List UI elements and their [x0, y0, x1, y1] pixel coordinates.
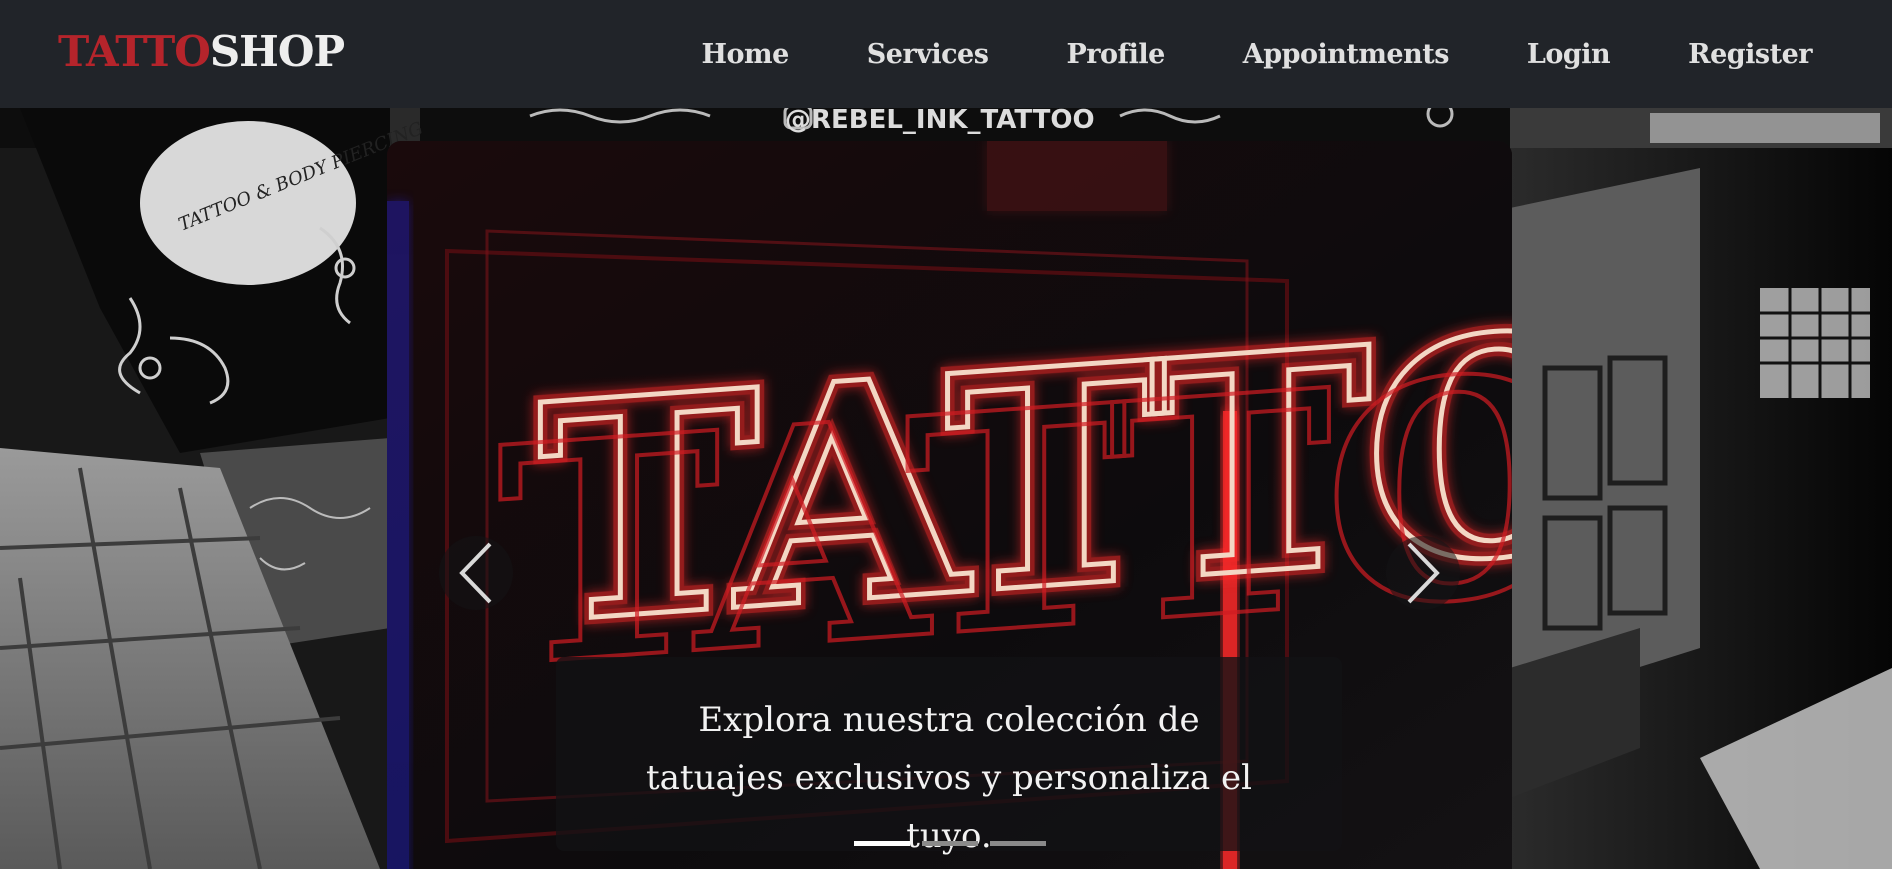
hero-section: @REBEL_INK_TATTOO TATTOO & BODY PIERCING [0, 108, 1892, 869]
background-handle-text: @REBEL_INK_TATTOO [785, 108, 1095, 135]
brand-logo[interactable]: TATTOSHOP [58, 27, 345, 76]
carousel-next-button[interactable] [1386, 536, 1460, 610]
nav-login[interactable]: Login [1527, 39, 1611, 70]
carousel-indicator-1[interactable] [853, 841, 910, 846]
hero-carousel: TATTOO TATTOO TATTOO Explora nuestra col… [387, 141, 1512, 869]
nav-links: Home Services Profile Appointments Login… [623, 0, 1812, 108]
brand-part-tatto: TATTO [58, 27, 211, 76]
carousel-prev-button[interactable] [439, 536, 513, 610]
nav-services[interactable]: Services [867, 39, 989, 70]
chevron-left-icon [459, 542, 492, 604]
nav-home[interactable]: Home [701, 39, 789, 70]
brand-part-shop: SHOP [209, 27, 345, 76]
carousel-indicator-2[interactable] [921, 841, 978, 846]
chevron-right-icon [1407, 542, 1440, 604]
carousel-indicators [387, 841, 1512, 846]
carousel-indicator-3[interactable] [989, 841, 1046, 846]
nav-register[interactable]: Register [1688, 39, 1812, 70]
top-navbar: TATTOSHOP Home Services Profile Appointm… [0, 0, 1892, 108]
nav-appointments[interactable]: Appointments [1243, 39, 1450, 70]
nav-profile[interactable]: Profile [1066, 39, 1165, 70]
carousel-caption-text: Explora nuestra colección de tatuajes ex… [645, 700, 1253, 856]
carousel-caption: Explora nuestra colección de tatuajes ex… [556, 657, 1342, 856]
